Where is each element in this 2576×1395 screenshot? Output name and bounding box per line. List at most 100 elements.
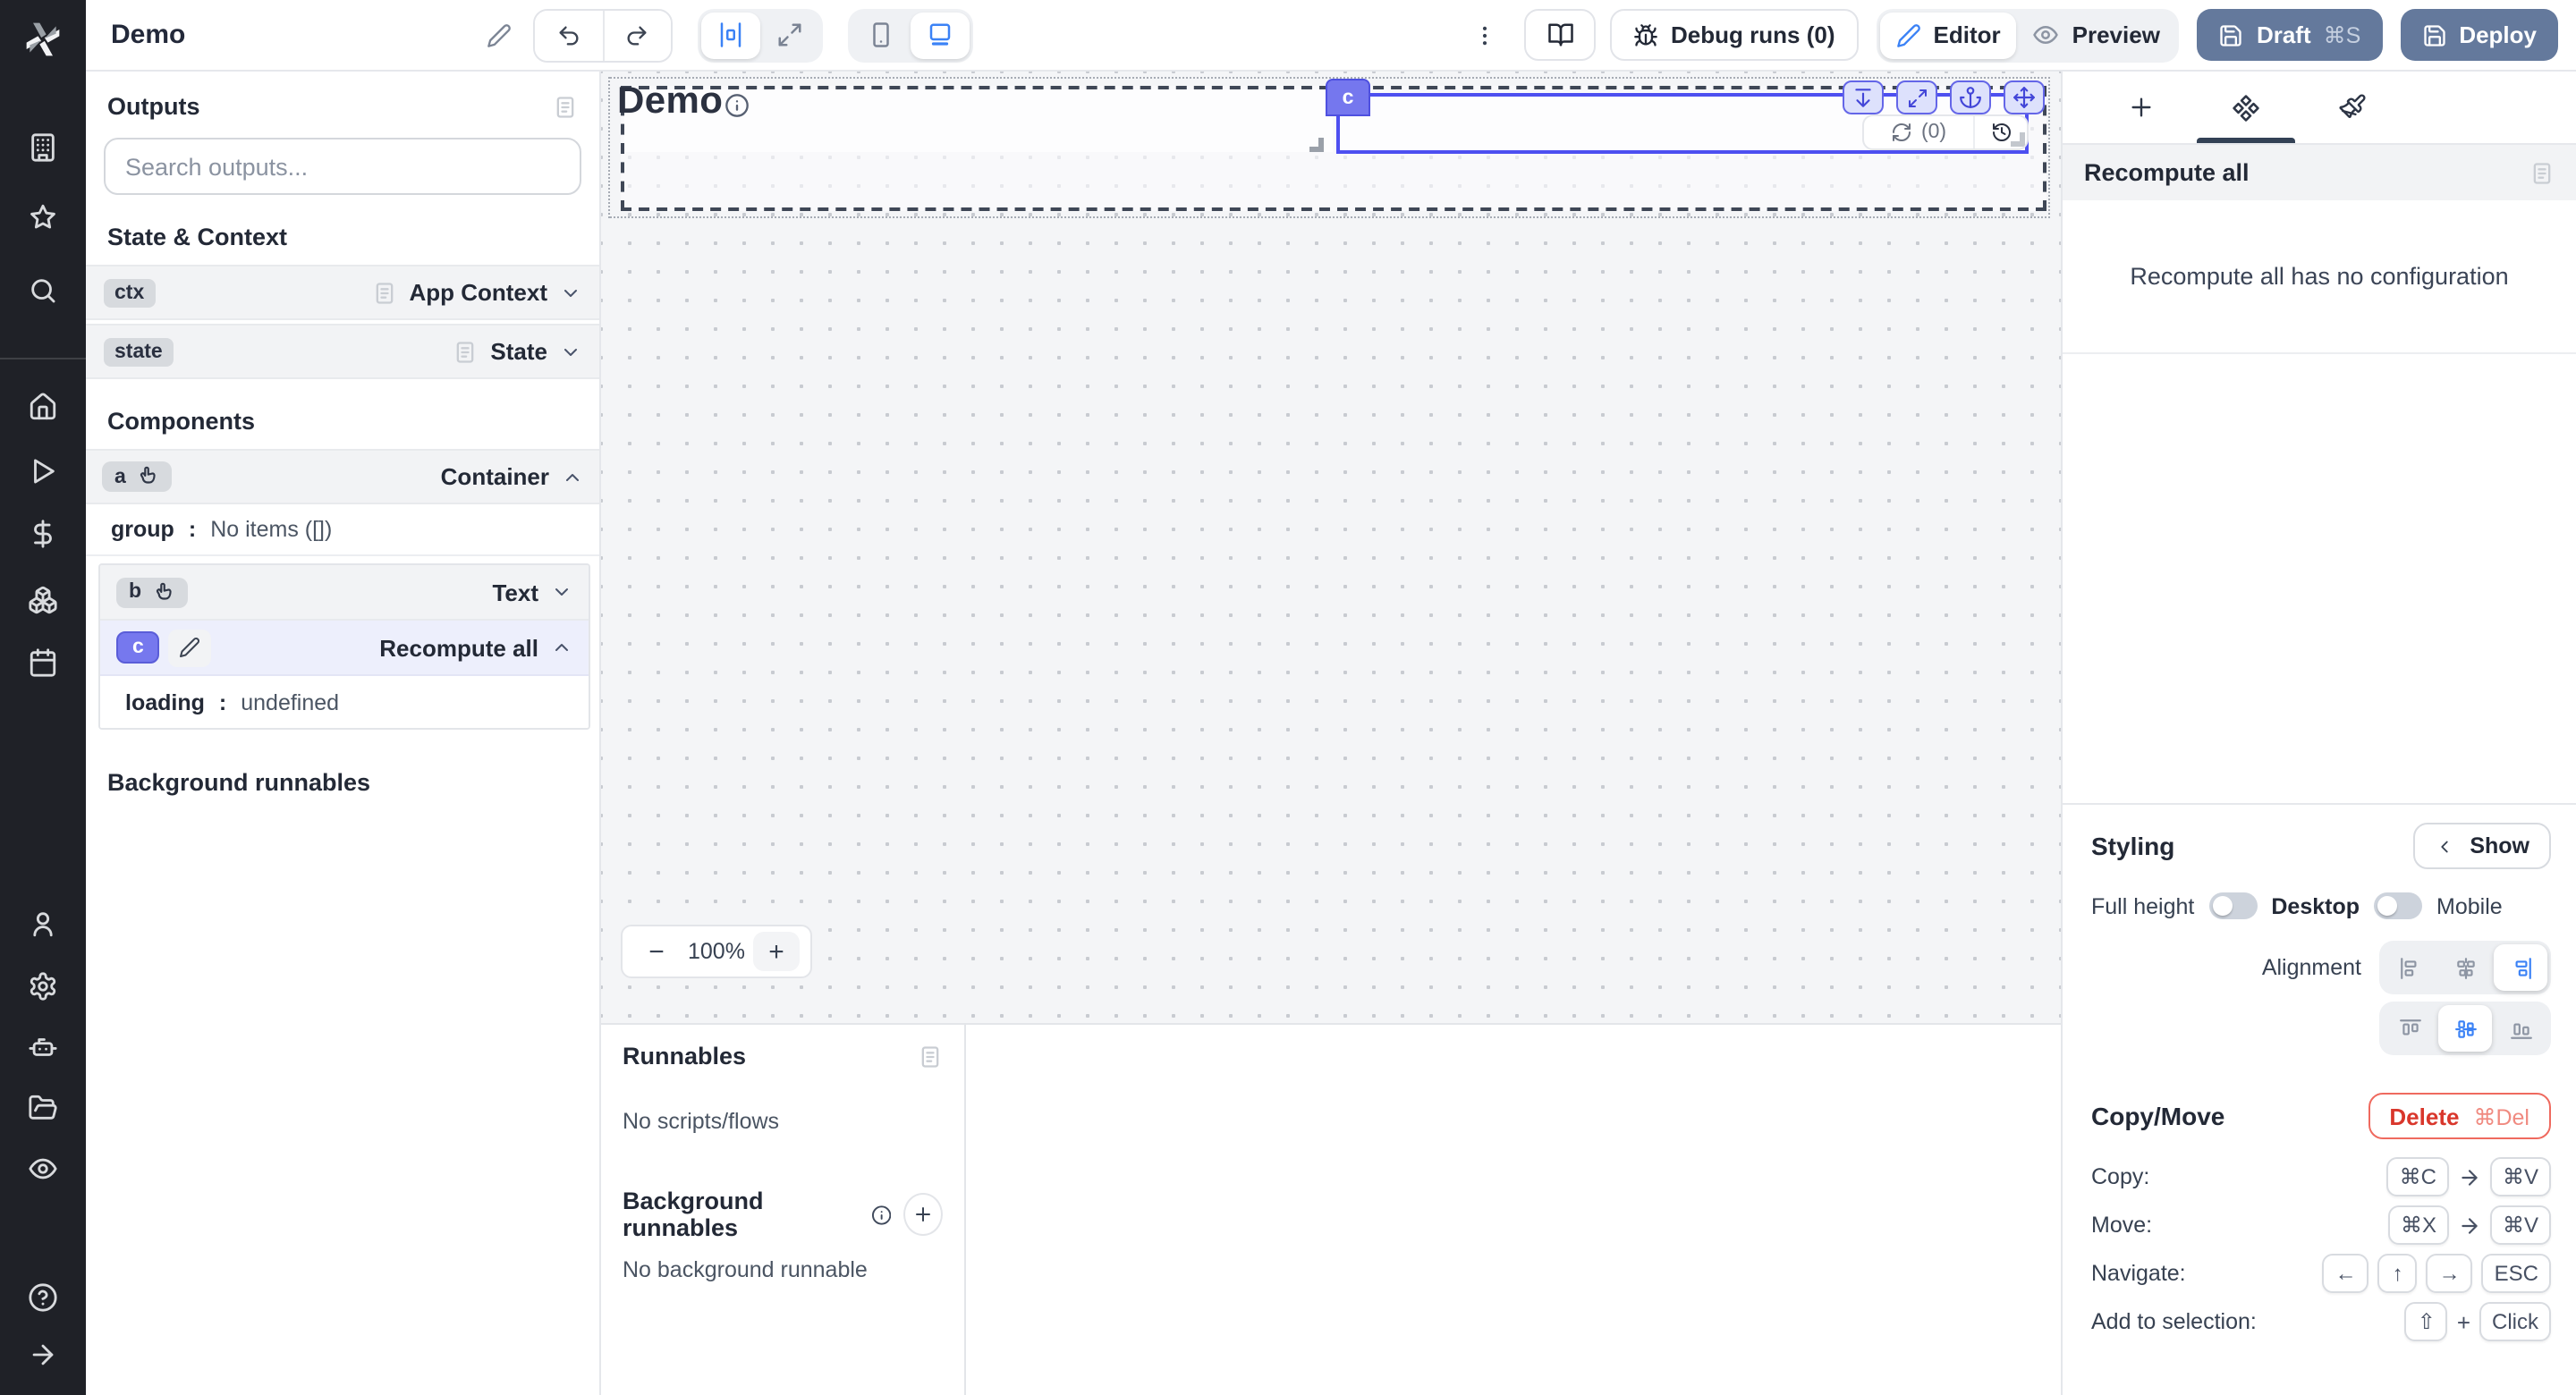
workspace-building-icon[interactable]	[28, 132, 58, 163]
settings-component-tab[interactable]	[2193, 72, 2299, 143]
search-icon[interactable]	[28, 275, 58, 306]
component-a-type: Container	[441, 463, 549, 490]
chevron-up-icon[interactable]	[551, 637, 572, 658]
kebab-menu-icon[interactable]	[1463, 10, 1506, 60]
editor-preview-toggle: Editor Preview	[1877, 8, 2180, 62]
full-width-button[interactable]	[759, 12, 818, 58]
outputs-doc-icon[interactable]	[553, 94, 578, 119]
canvas-heading: Demo	[617, 80, 723, 123]
info-icon	[870, 1203, 891, 1226]
resize-handle[interactable]	[2011, 132, 2025, 147]
kbd-arrow-right: →	[2427, 1254, 2473, 1293]
component-a-badge[interactable]: a	[102, 461, 173, 492]
nav-rail	[0, 0, 86, 1395]
outputs-search	[104, 138, 581, 195]
undo-button[interactable]	[534, 10, 602, 60]
delete-button[interactable]: Delete ⌘Del	[2368, 1093, 2551, 1139]
kbd-cmd-v: ⌘V	[2490, 1157, 2551, 1196]
docs-button[interactable]	[1524, 9, 1596, 61]
show-styling-button[interactable]: Show	[2412, 823, 2551, 869]
help-icon[interactable]	[28, 1282, 58, 1313]
workers-bot-icon[interactable]	[28, 1032, 58, 1062]
expand-down-button[interactable]	[1843, 80, 1884, 114]
insert-component-tab[interactable]	[2088, 72, 2193, 143]
settings-gear-icon[interactable]	[28, 971, 58, 1002]
home-icon[interactable]	[28, 392, 58, 422]
components-heading: Components	[86, 383, 599, 449]
debug-runs-button[interactable]: Debug runs (0)	[1610, 9, 1858, 61]
rerun-button[interactable]: (0)	[1864, 116, 1973, 148]
settings-panel: Recompute all Recompute all has no confi…	[2061, 72, 2576, 1395]
variables-dollar-icon[interactable]	[28, 519, 58, 549]
settings-tabs	[2063, 72, 2576, 145]
anchor-component-button[interactable]	[1950, 80, 1991, 114]
runnables-doc-icon[interactable]	[918, 1044, 943, 1069]
redo-button[interactable]	[602, 10, 670, 60]
component-row-b[interactable]: b Text	[100, 565, 589, 621]
arrow-right-icon	[2458, 1165, 2481, 1188]
windmill-logo-icon[interactable]	[23, 20, 63, 59]
align-top-button[interactable]	[2383, 1005, 2436, 1052]
chevron-down-icon[interactable]	[560, 282, 581, 303]
center-column: Demo c (0)	[601, 72, 2061, 1395]
editor-tab[interactable]: Editor	[1880, 12, 2017, 58]
align-center-button[interactable]	[2438, 944, 2492, 991]
text-component-resize-handle[interactable]	[1309, 138, 1324, 152]
chevron-up-icon[interactable]	[562, 466, 583, 487]
debug-runs-label: Debug runs (0)	[1671, 21, 1835, 48]
align-bottom-button[interactable]	[2494, 1005, 2547, 1052]
favorites-star-icon[interactable]	[28, 202, 58, 232]
component-row-a[interactable]: a Container	[86, 449, 599, 504]
runs-play-icon[interactable]	[28, 456, 58, 486]
align-right-icon	[2509, 956, 2532, 979]
state-row[interactable]: state State	[86, 324, 599, 379]
selected-component-label[interactable]: c	[1326, 79, 1370, 116]
mobile-view-button[interactable]	[851, 12, 910, 58]
doc-icon	[453, 339, 478, 364]
history-button[interactable]	[1973, 116, 2027, 148]
background-runnables-empty-text: No background runnable	[623, 1257, 943, 1282]
add-background-runnable-button[interactable]	[904, 1193, 943, 1236]
deploy-button[interactable]: Deploy	[2400, 9, 2558, 61]
move-component-button[interactable]	[2004, 80, 2045, 114]
ctx-row[interactable]: ctx App Context	[86, 265, 599, 320]
preview-eye-icon	[2033, 21, 2060, 48]
desktop-label: Desktop	[2271, 893, 2360, 918]
resources-boxes-icon[interactable]	[28, 585, 58, 615]
align-left-button[interactable]	[2383, 944, 2436, 991]
component-c-badge[interactable]: c	[116, 631, 160, 664]
component-grid-icon	[2231, 92, 2261, 123]
align-bottom-icon	[2509, 1017, 2532, 1040]
desktop-view-button[interactable]	[910, 12, 969, 58]
folders-icon[interactable]	[28, 1093, 58, 1123]
schedules-calendar-icon[interactable]	[28, 647, 58, 678]
preview-tab[interactable]: Preview	[2017, 12, 2176, 58]
search-outputs-input[interactable]	[104, 138, 581, 195]
pointer-hand-icon	[137, 465, 160, 488]
component-b-badge[interactable]: b	[116, 577, 188, 607]
center-content-button[interactable]	[700, 12, 759, 58]
users-icon[interactable]	[28, 909, 58, 939]
full-height-toggle[interactable]	[2208, 892, 2257, 919]
component-runs-box: (0)	[1862, 114, 2029, 150]
collapse-arrow-right-icon[interactable]	[28, 1340, 58, 1370]
align-middle-button[interactable]	[2438, 1005, 2492, 1052]
chevron-down-icon[interactable]	[551, 581, 572, 603]
styling-tab[interactable]	[2299, 72, 2404, 143]
draft-button[interactable]: Draft ⌘S	[2198, 9, 2382, 61]
canvas-width-group	[697, 8, 822, 62]
zoom-out-button[interactable]: −	[633, 932, 680, 971]
settings-doc-icon[interactable]	[2529, 160, 2555, 185]
chevron-down-icon[interactable]	[560, 341, 581, 362]
mobile-desktop-toggle[interactable]	[2374, 892, 2422, 919]
zoom-level: 100%	[687, 939, 746, 964]
align-right-button[interactable]	[2494, 944, 2547, 991]
info-icon[interactable]	[724, 93, 750, 118]
edit-title-pencil-icon[interactable]	[486, 22, 511, 47]
audit-eye-icon[interactable]	[28, 1154, 58, 1184]
component-c-edit-chip[interactable]	[169, 629, 212, 666]
component-row-c-selected[interactable]: c Recompute all	[100, 621, 589, 676]
zoom-in-button[interactable]: +	[753, 932, 800, 971]
fullscreen-component-button[interactable]	[1896, 80, 1937, 114]
maximize-icon	[1906, 87, 1928, 108]
